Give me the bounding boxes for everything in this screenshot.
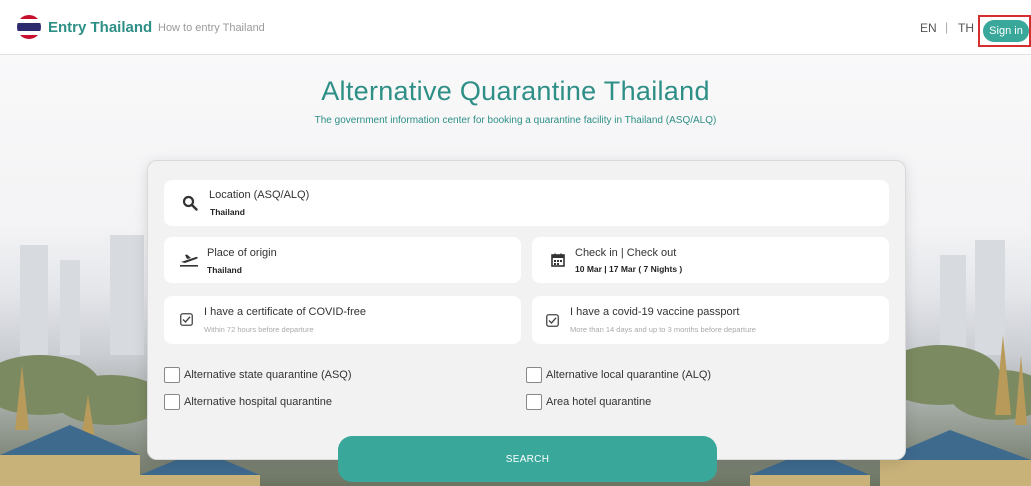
checkbox-checked-icon [546, 314, 559, 327]
checkbox[interactable] [526, 367, 542, 383]
option-label: Alternative local quarantine (ALQ) [546, 369, 712, 381]
dates-value: 10 Mar | 17 Mar ( 7 Nights ) [575, 264, 683, 274]
checkbox-checked-icon [180, 313, 193, 326]
covid-certificate-hint: Within 72 hours before departure [204, 325, 314, 334]
language-separator: | [945, 20, 949, 34]
origin-label: Place of origin [207, 247, 277, 259]
check-in-out-field[interactable]: Check in | Check out 10 Mar | 17 Mar ( 7… [532, 237, 889, 283]
nav-link-how-to-entry[interactable]: How to entry Thailand [158, 22, 265, 34]
vaccine-passport-field[interactable]: I have a covid-19 vaccine passport More … [532, 296, 889, 344]
option-asq[interactable]: Alternative state quarantine (ASQ) [164, 367, 352, 383]
page-subtitle: The government information center for bo… [314, 115, 717, 126]
dates-label: Check in | Check out [575, 247, 677, 259]
plane-departure-icon [180, 254, 198, 267]
option-hospital[interactable]: Alternative hospital quarantine [164, 394, 332, 410]
top-navbar: Entry Thailand How to entry Thailand EN … [0, 0, 1031, 55]
language-th[interactable]: TH [958, 21, 974, 35]
search-icon [182, 195, 198, 211]
checkbox[interactable] [164, 394, 180, 410]
calendar-icon [551, 253, 565, 267]
sign-in-button[interactable]: Sign in [983, 20, 1029, 42]
option-alq[interactable]: Alternative local quarantine (ALQ) [526, 367, 711, 383]
option-label: Area hotel quarantine [546, 396, 652, 408]
covid-certificate-field[interactable]: I have a certificate of COVID-free Withi… [164, 296, 521, 344]
search-form-card: Location (ASQ/ALQ) Thailand Place of ori… [147, 160, 906, 460]
vaccine-passport-hint: More than 14 days and up to 3 months bef… [570, 325, 756, 334]
search-button[interactable]: SEARCH [338, 436, 717, 482]
covid-certificate-label: I have a certificate of COVID-free [204, 306, 367, 318]
checkbox[interactable] [526, 394, 542, 410]
brand-name[interactable]: Entry Thailand [48, 19, 152, 36]
option-area-hotel[interactable]: Area hotel quarantine [526, 394, 651, 410]
location-field[interactable]: Location (ASQ/ALQ) Thailand [164, 180, 889, 226]
location-label: Location (ASQ/ALQ) [209, 189, 310, 201]
thailand-flag-icon[interactable] [17, 15, 41, 39]
option-label: Alternative state quarantine (ASQ) [184, 369, 352, 381]
page-title: Alternative Quarantine Thailand [321, 76, 710, 106]
checkbox[interactable] [164, 367, 180, 383]
option-label: Alternative hospital quarantine [184, 396, 332, 408]
language-en[interactable]: EN [920, 21, 937, 35]
place-of-origin-field[interactable]: Place of origin Thailand [164, 237, 521, 283]
vaccine-passport-label: I have a covid-19 vaccine passport [570, 306, 740, 318]
origin-value: Thailand [207, 265, 242, 275]
location-value: Thailand [210, 207, 245, 217]
